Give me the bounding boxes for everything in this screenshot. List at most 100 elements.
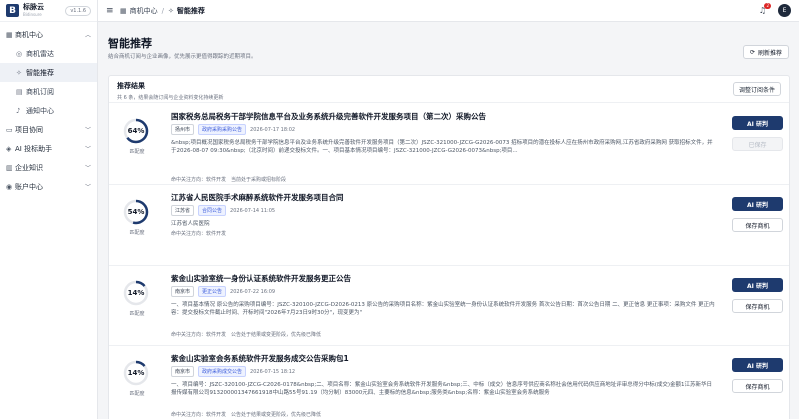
sidebar: B 标脉云 Bidinsure v1.1.6 ▦ 商机中心 ︿ ◎ 商机雷达 ✧… [0,0,98,419]
match-score-value: 14% [127,369,145,377]
sparkle-icon: ✧ [167,6,174,15]
sidebar-group-ai-assistant[interactable]: ◈ AI 投标助手 ﹀ [0,139,97,158]
breadcrumb-item[interactable]: 商机中心 [130,6,158,16]
recommendation-card[interactable]: 14% 匹配度 紫金山实验室统一身份认证系统软件开发服务更正公告 南京市 更正公… [109,266,789,346]
grid-icon: ▦ [120,6,127,15]
sidebar-group-label: 账户中心 [15,182,43,191]
avatar[interactable]: E [778,4,791,17]
category-tag: 政府采购采购公告 [198,124,247,135]
brand-logo: B [6,4,19,17]
sidebar-group-label: 商机中心 [15,30,43,39]
category-tag: 政府采购成交公告 [198,366,247,377]
sidebar-group-account[interactable]: ◉ 账户中心 ﹀ [0,177,97,196]
main-content: 智能推荐 结合商机订阅与企业画像，优先展示更值得跟踪的近期项目。 ⟳ 刷新推荐 … [98,22,799,419]
refresh-icon: ⟳ [749,48,755,56]
panel-subtitle: 共 6 条，结果会随订阅与企业资料变化持续更新 [117,95,224,101]
sidebar-item-label: 通知中心 [26,106,54,115]
sidebar-item-notifications[interactable]: ♪ 通知中心 [0,101,97,120]
menu-icon[interactable]: ≡ [106,6,120,16]
card-meta-item: 命中关注方向：软件开发 [171,412,227,418]
sidebar-group-label: 项目协同 [15,125,43,134]
sidebar-item-recommend[interactable]: ✧ 智能推荐 [0,63,97,82]
card-meta-item: 当前处于采购或招标阶段 [231,177,287,183]
chevron-up-icon: ︿ [84,32,91,39]
card-snippet: 江苏省人民医院 [171,221,210,227]
refresh-button[interactable]: ⟳ 刷新推荐 [742,45,789,59]
publish-date: 2026-07-22 16:09 [230,288,276,295]
match-score-value: 14% [127,289,145,297]
card-meta-item: 公告处于结果或变更阶段，优先级已降低 [231,332,322,338]
saved-button: 已保存 [732,137,783,151]
ai-analysis-button[interactable]: AI 研判 [732,116,783,130]
match-score-value: 64% [127,127,145,135]
chevron-down-icon: ﹀ [84,165,91,172]
match-score-ring: 14% [122,359,150,387]
brand: B 标脉云 Bidinsure v1.1.6 [0,0,97,22]
card-tags: 扬州市 政府采购采购公告 2026-07-17 18:02 [171,124,295,135]
adjust-subscription-button[interactable]: 调整订阅条件 [732,82,781,96]
ai-analysis-button[interactable]: AI 研判 [732,358,783,372]
card-tags: 南京市 政府采购成交公告 2026-07-15 18:12 [171,366,295,377]
sidebar-item-label: 商机订阅 [26,87,54,96]
card-meta-item: 命中关注方向：软件开发 [171,177,227,183]
card-meta-item: 命中关注方向：软件开发 [171,332,227,338]
match-score-ring: 54% [122,198,150,226]
match-score-label: 匹配度 [129,230,145,236]
sidebar-item-subscribe[interactable]: ▤ 商机订阅 [0,82,97,101]
region-tag: 江苏省 [171,205,195,216]
recommendation-card[interactable]: 64% 匹配度 国家税务总局税务干部学院信息平台及业务系统升级完善软件开发服务项… [109,104,789,185]
recommendation-card[interactable]: 14% 匹配度 紫金山实验室会务系统软件开发服务成交公告采购包1 南京市 政府采… [109,346,789,419]
save-opportunity-button[interactable]: 保存商机 [732,299,783,313]
topbar: ≡ ▦ 商机中心 / ✧ 智能推荐 ♫ 2 E [98,0,799,22]
card-tags: 江苏省 合同公告 2026-07-14 11:05 [171,205,275,216]
sidebar-group-label: 企业知识 [15,163,43,172]
sidebar-group-label: AI 投标助手 [15,144,53,153]
card-snippet: 一、项目基本情况 原公告的采购项目编号：JSZC-320100-JZCG-D20… [171,302,715,316]
bell-icon: ♪ [16,106,21,115]
card-snippet: &nbsp;项目概况国家税务总局税务干部学院信息平台及业务系统升级完善软件开发服… [171,140,713,154]
breadcrumb-current: 智能推荐 [176,6,205,15]
page-title: 智能推荐 [108,37,152,50]
sidebar-item-label: 商机雷达 [26,49,54,58]
sidebar-group-knowledge[interactable]: ▥ 企业知识 ﹀ [0,158,97,177]
subscribe-icon: ▤ [16,87,23,96]
ai-analysis-button[interactable]: AI 研判 [732,197,783,211]
match-score-value: 54% [127,208,145,216]
match-score-label: 匹配度 [129,391,145,397]
ai-analysis-button[interactable]: AI 研判 [732,278,783,292]
chip-icon: ◈ [6,144,12,153]
match-score-ring: 14% [122,279,150,307]
notification-count-badge: 2 [764,3,771,9]
card-title[interactable]: 紫金山实验室统一身份认证系统软件开发服务更正公告 [171,273,351,284]
card-meta: 命中关注方向：软件开发 公告处于结果或变更阶段，优先级已降低 [171,411,326,418]
panel-title: 推荐结果 [117,82,145,90]
results-panel: 推荐结果 共 6 条，结果会随订阅与企业资料变化持续更新 调整订阅条件 64% … [108,75,790,419]
card-meta: 命中关注方向：软件开发 公告处于结果或变更阶段，优先级已降低 [171,331,326,338]
card-title[interactable]: 紫金山实验室会务系统软件开发服务成交公告采购包1 [171,353,349,364]
card-title[interactable]: 国家税务总局税务干部学院信息平台及业务系统升级完善软件开发服务项目（第二次）采购… [171,111,486,122]
publish-date: 2026-07-14 11:05 [230,207,276,214]
sidebar-item-radar[interactable]: ◎ 商机雷达 [0,44,97,63]
region-tag: 扬州市 [171,124,195,135]
match-score-label: 匹配度 [129,311,145,317]
region-tag: 南京市 [171,366,195,377]
radar-icon: ◎ [16,49,23,58]
save-opportunity-button[interactable]: 保存商机 [732,379,783,393]
card-title[interactable]: 江苏省人民医院手术麻醉系统软件开发服务项目合同 [171,192,344,203]
sidebar-group-opportunity-center[interactable]: ▦ 商机中心 ︿ [0,25,97,44]
folder-icon: ▭ [6,125,13,134]
sidebar-item-label: 智能推荐 [26,68,54,77]
sidebar-group-projects[interactable]: ▭ 项目协同 ﹀ [0,120,97,139]
notification-bell[interactable]: ♫ 2 [759,3,771,15]
panel-header: 推荐结果 共 6 条，结果会随订阅与企业资料变化持续更新 调整订阅条件 [109,76,789,103]
save-opportunity-button[interactable]: 保存商机 [732,218,783,232]
grid-icon: ▦ [6,30,13,39]
card-meta: 命中关注方向：软件开发 当前处于采购或招标阶段 [171,176,291,183]
page-description: 结合商机订阅与企业画像，优先展示更值得跟踪的近期项目。 [108,54,257,60]
match-score-ring: 64% [122,117,150,145]
category-tag: 合同公告 [198,205,227,216]
chevron-down-icon: ﹀ [84,184,91,191]
recommendation-card[interactable]: 54% 匹配度 江苏省人民医院手术麻醉系统软件开发服务项目合同 江苏省 合同公告… [109,185,789,266]
card-tags: 南京市 更正公告 2026-07-22 16:09 [171,286,275,297]
book-icon: ▥ [6,163,13,172]
